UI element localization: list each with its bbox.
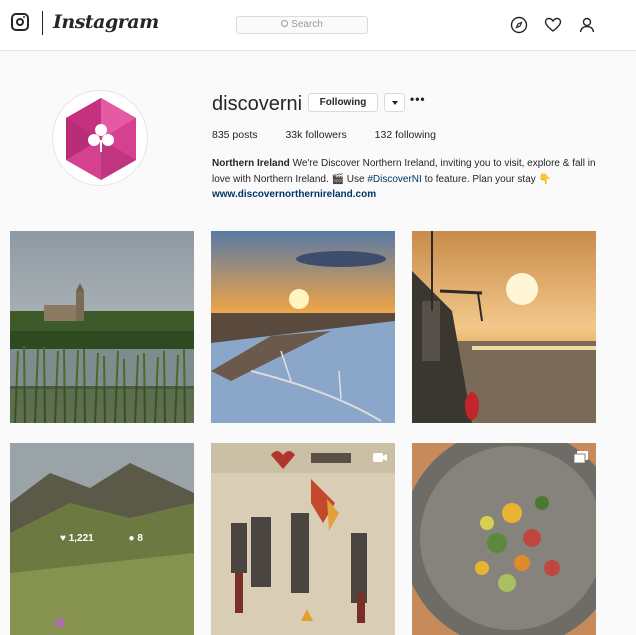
following-button[interactable]: Following xyxy=(308,93,378,112)
profile-person-icon[interactable] xyxy=(578,16,596,34)
carousel-badge-icon xyxy=(574,451,588,463)
post-boat-sunset[interactable] xyxy=(412,231,596,423)
website-link[interactable]: www.discovernorthernireland.com xyxy=(212,187,612,203)
top-navbar: Instagram Search xyxy=(0,0,636,51)
profile-stats: 835 posts 33k followers 132 following xyxy=(212,129,461,141)
profile-avatar[interactable] xyxy=(52,90,148,186)
bio-name: Northern Ireland xyxy=(212,158,290,169)
likes-count-icon: ♥ 1,221 xyxy=(60,533,94,544)
post-tapestry[interactable] xyxy=(211,443,395,635)
post-hover-stats: ♥ 1,221 ● 8 xyxy=(60,533,175,544)
suggestions-dropdown-button[interactable] xyxy=(384,93,405,112)
post-mountains[interactable]: ♥ 1,221 ● 8 xyxy=(10,443,194,635)
search-icon xyxy=(281,19,289,27)
profile-username: discoverni xyxy=(212,93,303,115)
clapper-emoji: 🎬 xyxy=(331,173,344,185)
logo-divider xyxy=(42,11,43,35)
video-badge-icon xyxy=(373,453,387,462)
pointing-down-emoji: 👇 xyxy=(538,173,551,185)
followers-count[interactable]: 33k followers xyxy=(285,129,346,141)
search-placeholder: Search xyxy=(291,19,323,30)
hashtag-link[interactable]: #DiscoverNI xyxy=(367,174,421,185)
posts-count: 835 posts xyxy=(212,129,258,141)
likes-count: 1,221 xyxy=(68,533,94,544)
post-food-plate[interactable] xyxy=(412,443,596,635)
activity-heart-icon[interactable] xyxy=(544,16,562,34)
more-options-icon[interactable]: ••• xyxy=(410,93,425,108)
search-input[interactable]: Search xyxy=(236,16,368,34)
following-count[interactable]: 132 following xyxy=(375,129,436,141)
comment-count-icon: ● 8 xyxy=(128,533,143,544)
post-cathedral-lake[interactable] xyxy=(10,231,194,423)
instagram-camera-icon[interactable] xyxy=(11,13,29,31)
post-sunset-bridge[interactable] xyxy=(211,231,395,423)
shamrock-hexagon-logo xyxy=(66,98,136,180)
profile-bio: Northern Ireland We're Discover Northern… xyxy=(212,156,612,203)
bio-text-use: Use xyxy=(346,173,365,185)
instagram-wordmark[interactable]: Instagram xyxy=(53,11,159,33)
explore-compass-icon[interactable] xyxy=(510,16,528,34)
comments-count: 8 xyxy=(137,533,143,544)
bio-text-feature: to feature. Plan your stay xyxy=(424,173,536,185)
